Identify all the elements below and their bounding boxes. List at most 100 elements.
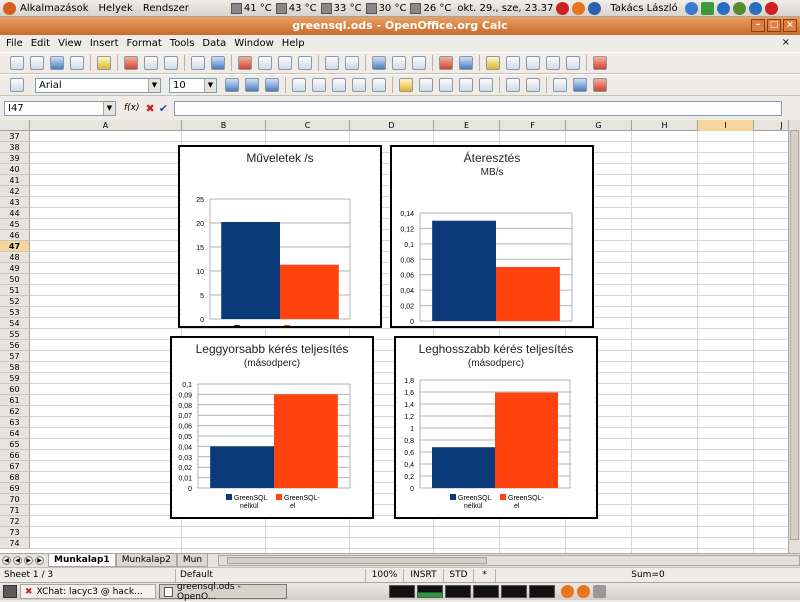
align-center-icon[interactable] — [312, 78, 326, 92]
horizontal-scrollbar[interactable] — [218, 555, 800, 566]
status-page-style[interactable]: Default — [176, 568, 366, 582]
temp-monitor-3[interactable]: 33 °C — [320, 2, 362, 14]
chevron-down-icon[interactable]: ▼ — [204, 78, 216, 92]
row-header-52[interactable]: 52 — [0, 296, 30, 307]
sync-icon[interactable] — [748, 1, 762, 15]
column-header-i[interactable]: I — [698, 120, 754, 131]
spellcheck-icon[interactable] — [191, 56, 205, 70]
update-icon[interactable] — [716, 1, 730, 15]
gallery-icon[interactable] — [546, 56, 560, 70]
row-header-58[interactable]: 58 — [0, 362, 30, 373]
select-all-corner[interactable] — [0, 120, 30, 131]
function-wizard-icon[interactable]: f(x) — [124, 103, 140, 113]
font-name-combo[interactable]: Arial ▼ — [35, 77, 161, 93]
column-header-h[interactable]: H — [632, 120, 698, 131]
firefox-window-icon[interactable] — [577, 585, 590, 598]
edit-file-icon[interactable] — [97, 56, 111, 70]
row-header-41[interactable]: 41 — [0, 175, 30, 186]
status-insert-mode[interactable]: INSRT — [404, 568, 444, 582]
panel-clock[interactable]: okt. 29., sze, 23.37 — [457, 3, 553, 14]
column-header-a[interactable]: A — [30, 120, 182, 131]
column-header-f[interactable]: F — [500, 120, 566, 131]
paste-icon[interactable] — [278, 56, 292, 70]
standard-format-icon[interactable] — [439, 78, 453, 92]
system-monitor-net[interactable] — [445, 585, 471, 598]
status-selection-mode[interactable]: STD — [444, 568, 474, 582]
firefox-icon[interactable] — [572, 1, 586, 15]
column-header-d[interactable]: D — [350, 120, 434, 131]
new-document-icon[interactable] — [10, 56, 24, 70]
autospellcheck-icon[interactable] — [211, 56, 225, 70]
row-header-60[interactable]: 60 — [0, 384, 30, 395]
menu-file[interactable]: File — [6, 38, 23, 49]
row-header-47[interactable]: 47 — [0, 241, 30, 252]
menu-format[interactable]: Format — [127, 38, 162, 49]
row-header-64[interactable]: 64 — [0, 428, 30, 439]
save-icon[interactable] — [50, 56, 64, 70]
trash-icon[interactable] — [593, 585, 606, 598]
page-preview-icon[interactable] — [164, 56, 178, 70]
zoom-icon[interactable] — [566, 56, 580, 70]
tab-munkalap3[interactable]: Mun — [176, 554, 209, 567]
last-sheet-icon[interactable]: ▶ — [35, 556, 44, 565]
show-draw-functions-icon[interactable] — [486, 56, 500, 70]
spreadsheet-grid[interactable]: ABCDEFGHIJK 3738394041424344454647484950… — [0, 120, 788, 553]
system-monitor-cpu[interactable] — [389, 585, 415, 598]
row-header-71[interactable]: 71 — [0, 505, 30, 516]
temp-monitor-5[interactable]: 26 °C — [410, 2, 451, 14]
undo-icon[interactable] — [325, 56, 339, 70]
row-header-73[interactable]: 73 — [0, 527, 30, 538]
row-header-39[interactable]: 39 — [0, 153, 30, 164]
row-header-50[interactable]: 50 — [0, 274, 30, 285]
bold-icon[interactable] — [225, 78, 239, 92]
styles-formatting-icon[interactable] — [10, 78, 24, 92]
temp-monitor-1[interactable]: 41 °C — [230, 2, 272, 14]
tab-munkalap2[interactable]: Munkalap2 — [115, 554, 177, 567]
column-header-g[interactable]: G — [566, 120, 632, 131]
accept-icon[interactable]: ✔ — [159, 102, 168, 115]
row-header-67[interactable]: 67 — [0, 461, 30, 472]
chart-2[interactable]: Áteresztés MB/s 0 0,02 0,04 0,06 0,08 0,1 0,12 0,… — [390, 145, 594, 328]
system-monitor-mem[interactable] — [417, 585, 443, 598]
menu-tools[interactable]: Tools — [170, 38, 195, 49]
menu-edit[interactable]: Edit — [31, 38, 50, 49]
navigator-icon[interactable] — [526, 56, 540, 70]
show-desktop-icon[interactable] — [3, 585, 17, 598]
pidgin-icon[interactable] — [684, 1, 698, 15]
row-header-65[interactable]: 65 — [0, 439, 30, 450]
scrollbar-thumb[interactable] — [790, 130, 799, 540]
maximize-button[interactable]: □ — [767, 19, 781, 32]
row-header-59[interactable]: 59 — [0, 373, 30, 384]
font-color-icon[interactable] — [593, 78, 607, 92]
volume-icon[interactable] — [732, 1, 746, 15]
borders-icon[interactable] — [553, 78, 567, 92]
open-icon[interactable] — [30, 56, 44, 70]
column-header-j[interactable]: J — [754, 120, 788, 131]
row-header-38[interactable]: 38 — [0, 142, 30, 153]
window-titlebar[interactable]: greensql.ods - OpenOffice.org Calc – □ × — [0, 17, 800, 35]
chart-3[interactable]: Leggyorsabb kérés teljesítés (másodperc) 0… — [170, 336, 374, 519]
export-pdf-icon[interactable] — [124, 56, 138, 70]
align-right-icon[interactable] — [332, 78, 346, 92]
system-monitor-load[interactable] — [501, 585, 527, 598]
row-header-40[interactable]: 40 — [0, 164, 30, 175]
format-paintbrush-icon[interactable] — [298, 56, 312, 70]
vertical-scrollbar[interactable] — [788, 120, 800, 553]
underline-icon[interactable] — [265, 78, 279, 92]
prev-sheet-icon[interactable]: ◀ — [13, 556, 22, 565]
decrease-indent-icon[interactable] — [506, 78, 520, 92]
system-monitor-disk[interactable] — [529, 585, 555, 598]
delete-decimal-icon[interactable] — [479, 78, 493, 92]
status-zoom[interactable]: 100% — [366, 568, 404, 582]
system-monitor-swap[interactable] — [473, 585, 499, 598]
column-header-e[interactable]: E — [434, 120, 500, 131]
panel-menu-applications[interactable]: Alkalmazások — [20, 3, 89, 14]
add-decimal-icon[interactable] — [459, 78, 473, 92]
row-header-72[interactable]: 72 — [0, 516, 30, 527]
scrollbar-thumb[interactable] — [227, 557, 488, 564]
justify-icon[interactable] — [352, 78, 366, 92]
increase-indent-icon[interactable] — [526, 78, 540, 92]
find-replace-icon[interactable] — [506, 56, 520, 70]
row-header-55[interactable]: 55 — [0, 329, 30, 340]
menu-insert[interactable]: Insert — [90, 38, 119, 49]
